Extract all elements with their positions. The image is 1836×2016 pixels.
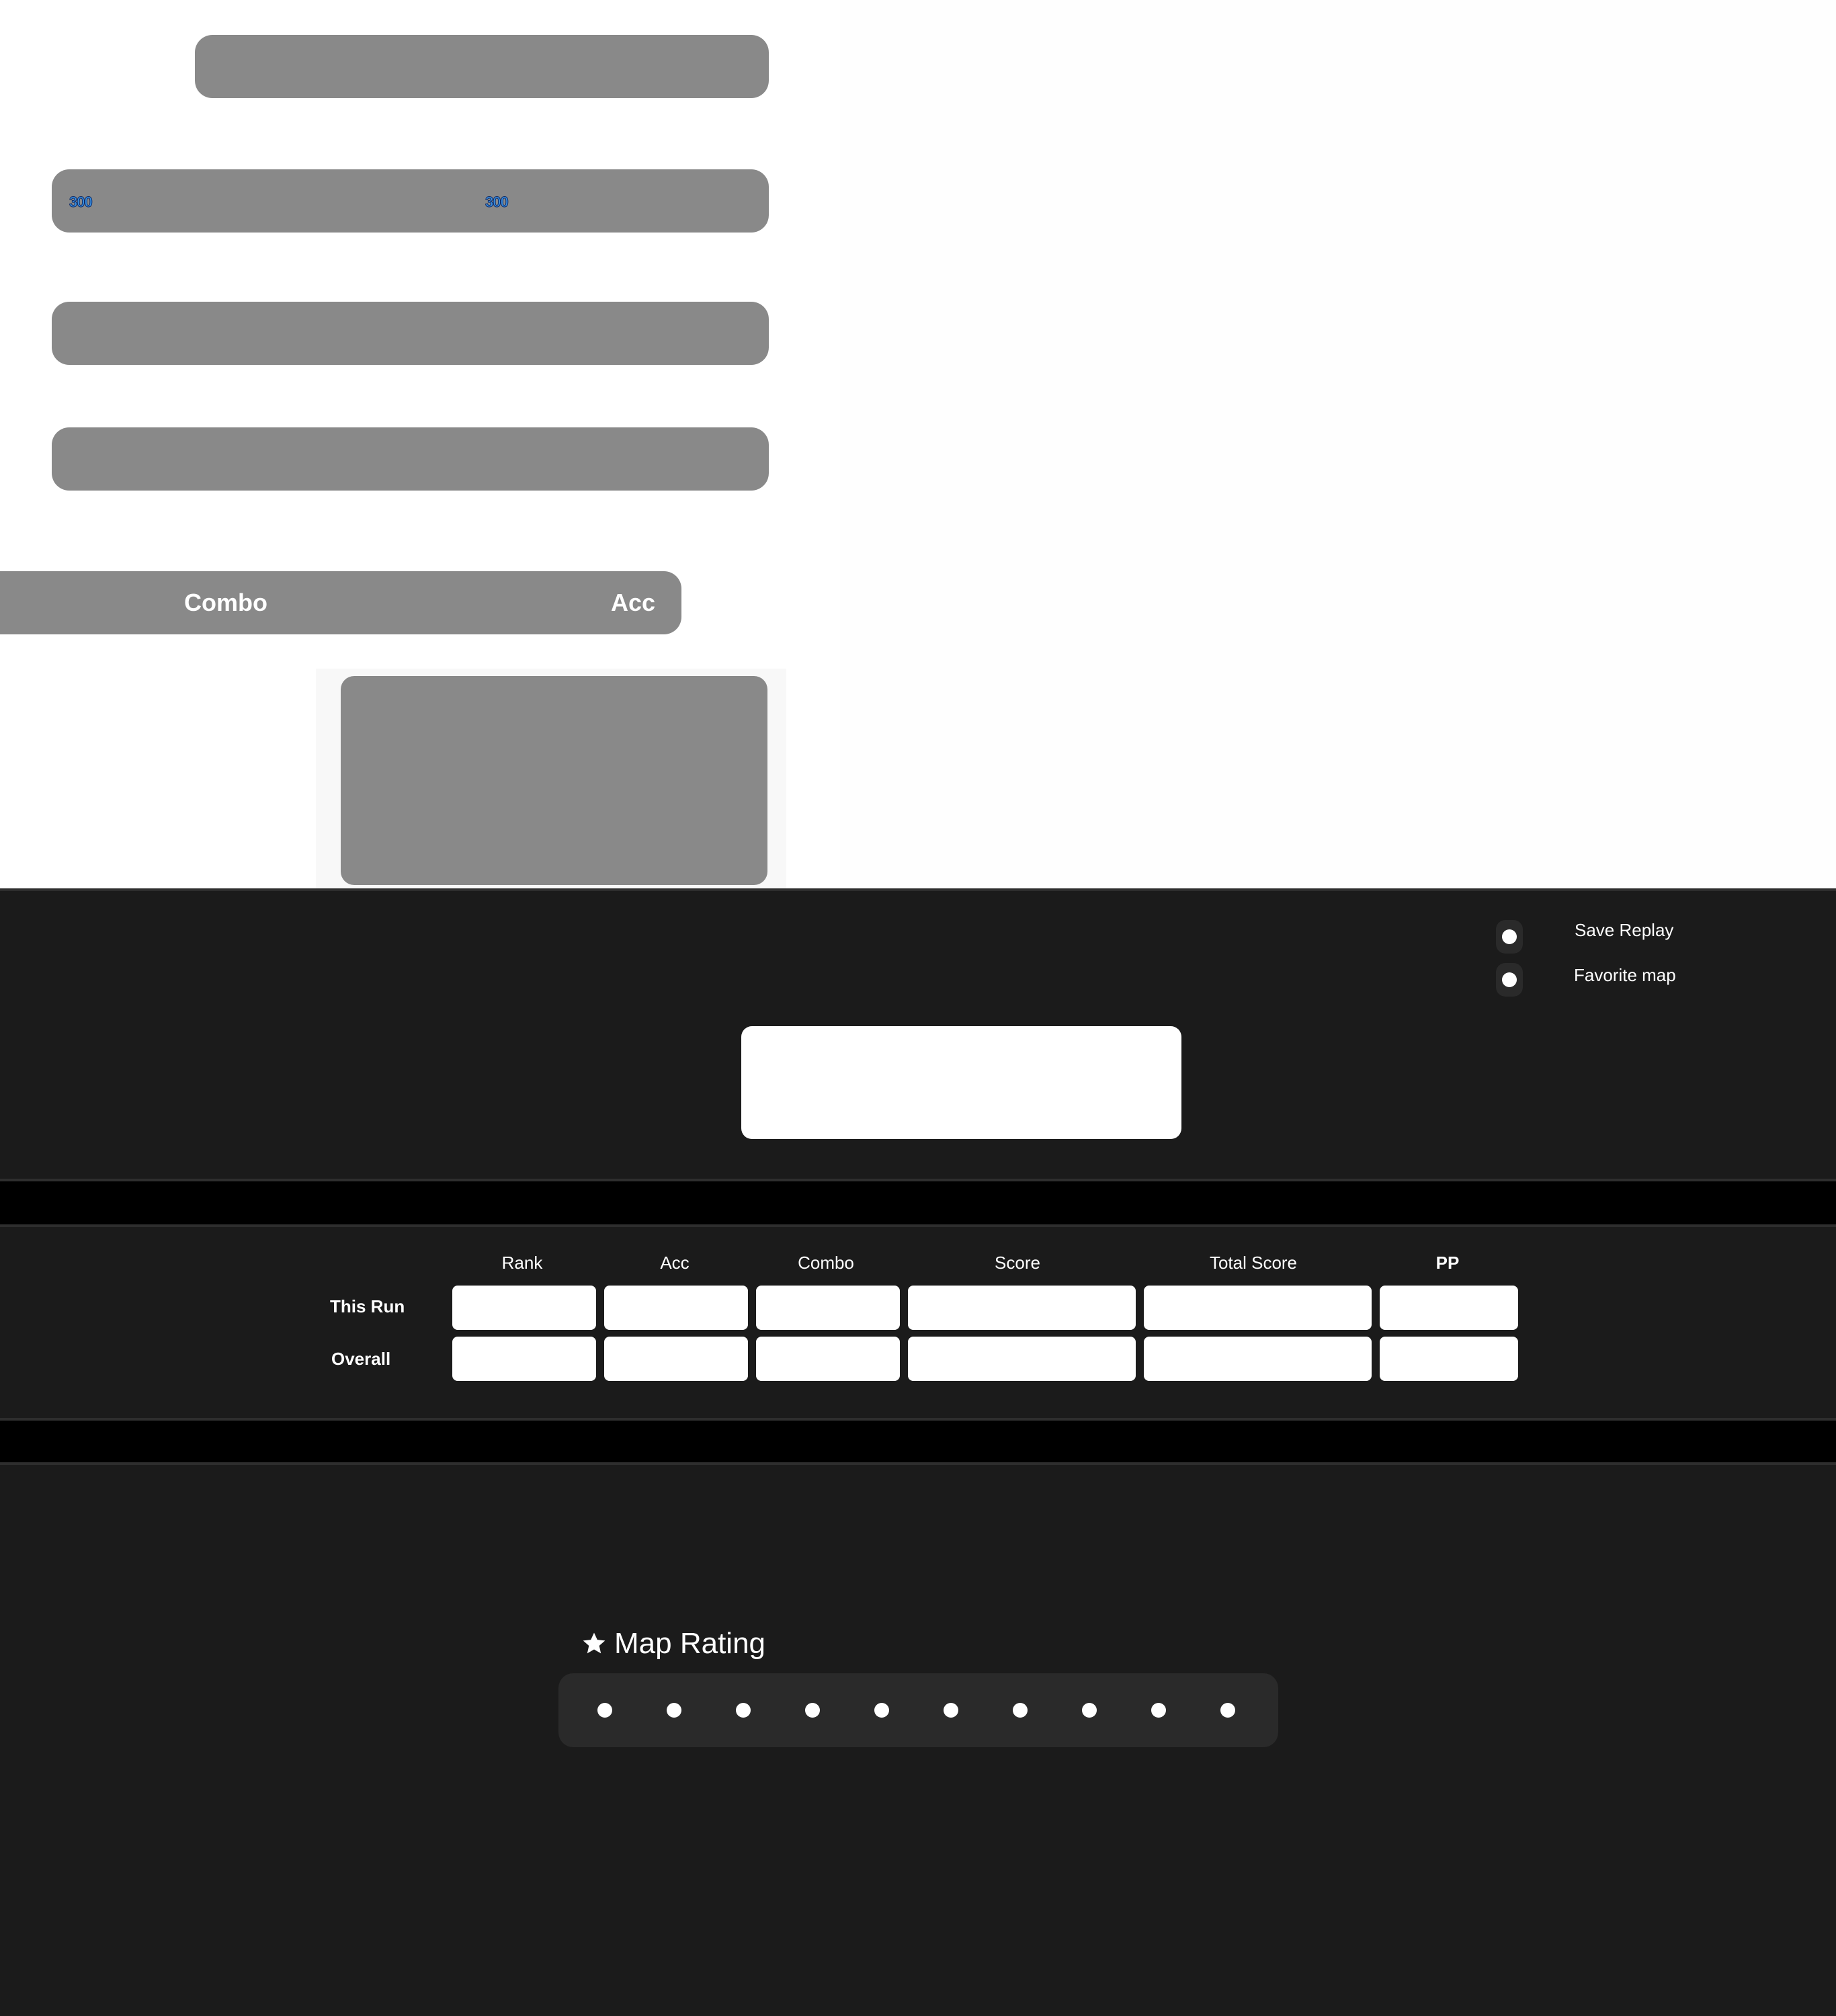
- hit-judgement-bar: 300 300: [52, 169, 769, 233]
- col-header-total-score: Total Score: [1209, 1253, 1298, 1273]
- star-icon: [581, 1630, 608, 1657]
- rating-dot-9[interactable]: [1151, 1703, 1166, 1718]
- rating-selector: [558, 1673, 1278, 1747]
- rating-dot-2[interactable]: [667, 1703, 681, 1718]
- map-rating-section: Map Rating: [0, 1465, 1836, 2016]
- combo-label: Combo: [184, 589, 267, 616]
- rating-dot-4[interactable]: [805, 1703, 820, 1718]
- gray-bar-4: [52, 427, 769, 491]
- favorite-map-label: Favorite map: [1574, 965, 1676, 985]
- overall-acc-cell: [604, 1337, 748, 1381]
- rating-dot-1[interactable]: [597, 1703, 612, 1718]
- this-run-pp-cell: [1380, 1286, 1518, 1330]
- overall-rank-cell: [452, 1337, 596, 1381]
- this-run-total-score-cell: [1144, 1286, 1372, 1330]
- results-table-section: Rank Acc Combo Score Total Score PP This…: [0, 1227, 1836, 1418]
- overall-pp-cell: [1380, 1337, 1518, 1381]
- map-thumbnail: [341, 676, 767, 885]
- overall-total-score-cell: [1144, 1337, 1372, 1381]
- col-header-acc: Acc: [660, 1253, 690, 1273]
- map-rating-title: Map Rating: [614, 1627, 766, 1660]
- col-header-pp: PP: [1435, 1253, 1460, 1273]
- this-run-combo-cell: [756, 1286, 900, 1330]
- acc-label: Acc: [611, 589, 656, 616]
- row-label-overall: Overall: [331, 1349, 391, 1369]
- combo-acc-bar: Combo Acc: [0, 571, 681, 634]
- col-header-score: Score: [995, 1253, 1040, 1273]
- rating-dot-10[interactable]: [1220, 1703, 1235, 1718]
- this-run-acc-cell: [604, 1286, 748, 1330]
- col-header-rank: Rank: [501, 1253, 543, 1273]
- favorite-map-toggle[interactable]: [1496, 963, 1523, 997]
- rating-dot-8[interactable]: [1082, 1703, 1097, 1718]
- options-section: Save Replay Favorite map: [0, 891, 1836, 1179]
- rating-dot-7[interactable]: [1013, 1703, 1028, 1718]
- gray-bar-3: [52, 302, 769, 365]
- save-replay-toggle-knob: [1502, 929, 1517, 944]
- rating-dot-3[interactable]: [736, 1703, 751, 1718]
- separator-band: [0, 1181, 1836, 1224]
- favorite-map-toggle-knob: [1502, 972, 1517, 987]
- judge-300-left: 300: [69, 194, 93, 210]
- col-header-combo: Combo: [798, 1253, 854, 1273]
- this-run-score-cell: [908, 1286, 1136, 1330]
- right-blank-area: [840, 0, 1836, 890]
- save-replay-toggle[interactable]: [1496, 920, 1523, 954]
- this-run-rank-cell: [452, 1286, 596, 1330]
- rating-dot-5[interactable]: [874, 1703, 889, 1718]
- result-display-box: [741, 1026, 1181, 1139]
- rating-dot-6[interactable]: [944, 1703, 958, 1718]
- judge-300-right: 300: [485, 194, 509, 210]
- overall-combo-cell: [756, 1337, 900, 1381]
- save-replay-label: Save Replay: [1575, 920, 1674, 940]
- separator-band: [0, 1421, 1836, 1462]
- row-label-this-run: This Run: [330, 1296, 405, 1316]
- overall-score-cell: [908, 1337, 1136, 1381]
- top-gray-bar: [195, 35, 769, 98]
